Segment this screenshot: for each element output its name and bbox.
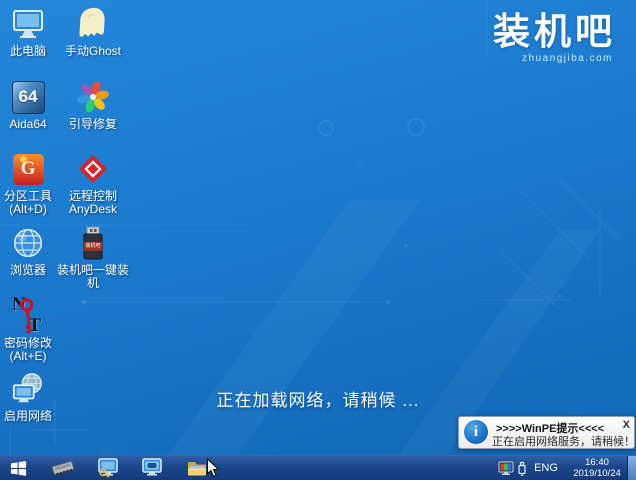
info-glyph: i bbox=[473, 423, 479, 440]
icon-label: 密码修改 (Alt+E) bbox=[3, 336, 52, 363]
aida64-text: 64 bbox=[18, 87, 38, 106]
show-desktop-button[interactable] bbox=[627, 456, 636, 480]
tray-display-settings-button[interactable] bbox=[496, 456, 516, 480]
tray-clock[interactable]: 16:40 2019/10/24 bbox=[568, 457, 626, 480]
usb-label-text: 装机吧 bbox=[85, 243, 101, 249]
clock-time: 16:40 bbox=[585, 457, 609, 468]
desktop-icon-password-edit[interactable]: N T 密码修改 (Alt+E) bbox=[0, 294, 66, 363]
windows-logo-icon bbox=[10, 460, 26, 476]
brand-logo: 装机吧 zhuangjiba.com bbox=[493, 11, 616, 65]
aida64-icon: 64 bbox=[9, 78, 47, 116]
clock-date: 2019/10/24 bbox=[573, 468, 621, 479]
globe-icon bbox=[9, 224, 47, 262]
usb-device-icon bbox=[518, 461, 526, 476]
icon-label: 启用网络 bbox=[3, 409, 52, 423]
desktop-icon-anydesk[interactable]: 远程控制 AnyDesk bbox=[55, 150, 131, 216]
icon-label: Aida64 bbox=[9, 117, 47, 131]
icon-label: 分区工具 (Alt+D) bbox=[3, 189, 52, 216]
diskgenius-icon: G bbox=[9, 150, 47, 188]
color-display-icon bbox=[498, 461, 514, 475]
monitor-window-icon bbox=[142, 458, 162, 476]
icon-label: 手动Ghost bbox=[64, 44, 122, 58]
ghost-icon bbox=[74, 5, 112, 43]
tray-usb-eject-button[interactable] bbox=[514, 456, 530, 480]
taskbar-ram-tool-button[interactable] bbox=[48, 456, 78, 480]
loading-status-text: 正在加载网络，请稍候 ... bbox=[216, 391, 420, 410]
ntpwedit-key-icon: N T bbox=[9, 294, 47, 336]
icon-label: 引导修复 bbox=[68, 117, 117, 131]
winpe-desktop: 装机吧 zhuangjiba.com 此电脑 手动Ghost 64 Aida64 bbox=[0, 0, 636, 480]
usb-drive-icon: 装机吧 bbox=[74, 224, 112, 262]
tray-language-indicator[interactable]: ENG bbox=[532, 456, 560, 480]
info-icon: i bbox=[464, 420, 488, 444]
desktop-icon-boot-repair[interactable]: 引导修复 bbox=[55, 78, 131, 131]
computer-icon bbox=[9, 5, 47, 43]
brand-url: zhuangjiba.com bbox=[521, 53, 613, 64]
start-button[interactable] bbox=[6, 456, 30, 480]
winpe-notification: i >>>>WinPE提示<<<< X 正在启用网络服务，请稍候！ bbox=[458, 416, 635, 449]
taskbar-file-explorer-button[interactable] bbox=[182, 456, 212, 480]
folder-icon bbox=[188, 461, 206, 475]
monitor-key-icon bbox=[98, 458, 118, 478]
notification-close-button[interactable]: X bbox=[623, 419, 630, 431]
language-code: ENG bbox=[534, 462, 558, 474]
icon-label: 浏览器 bbox=[9, 263, 46, 277]
icon-label: 装机吧一键装 机 bbox=[56, 263, 129, 290]
pinwheel-flower-icon bbox=[74, 78, 112, 116]
taskbar: ENG 16:40 2019/10/24 bbox=[0, 455, 636, 480]
desktop-icon-manual-ghost[interactable]: 手动Ghost bbox=[55, 5, 131, 58]
brand-title: 装机吧 bbox=[493, 11, 616, 52]
taskbar-display-tool-button[interactable] bbox=[137, 456, 167, 480]
desktop-icon-one-key-install[interactable]: 装机吧 装机吧一键装 机 bbox=[55, 224, 131, 290]
icon-label: 此电脑 bbox=[9, 44, 46, 58]
notification-message: 正在启用网络服务，请稍候！ bbox=[492, 436, 635, 448]
taskbar-network-setup-button[interactable] bbox=[93, 456, 123, 480]
ram-chip-icon bbox=[52, 461, 74, 476]
anydesk-diamond-icon bbox=[74, 150, 112, 188]
icon-label: 远程控制 AnyDesk bbox=[68, 189, 118, 216]
